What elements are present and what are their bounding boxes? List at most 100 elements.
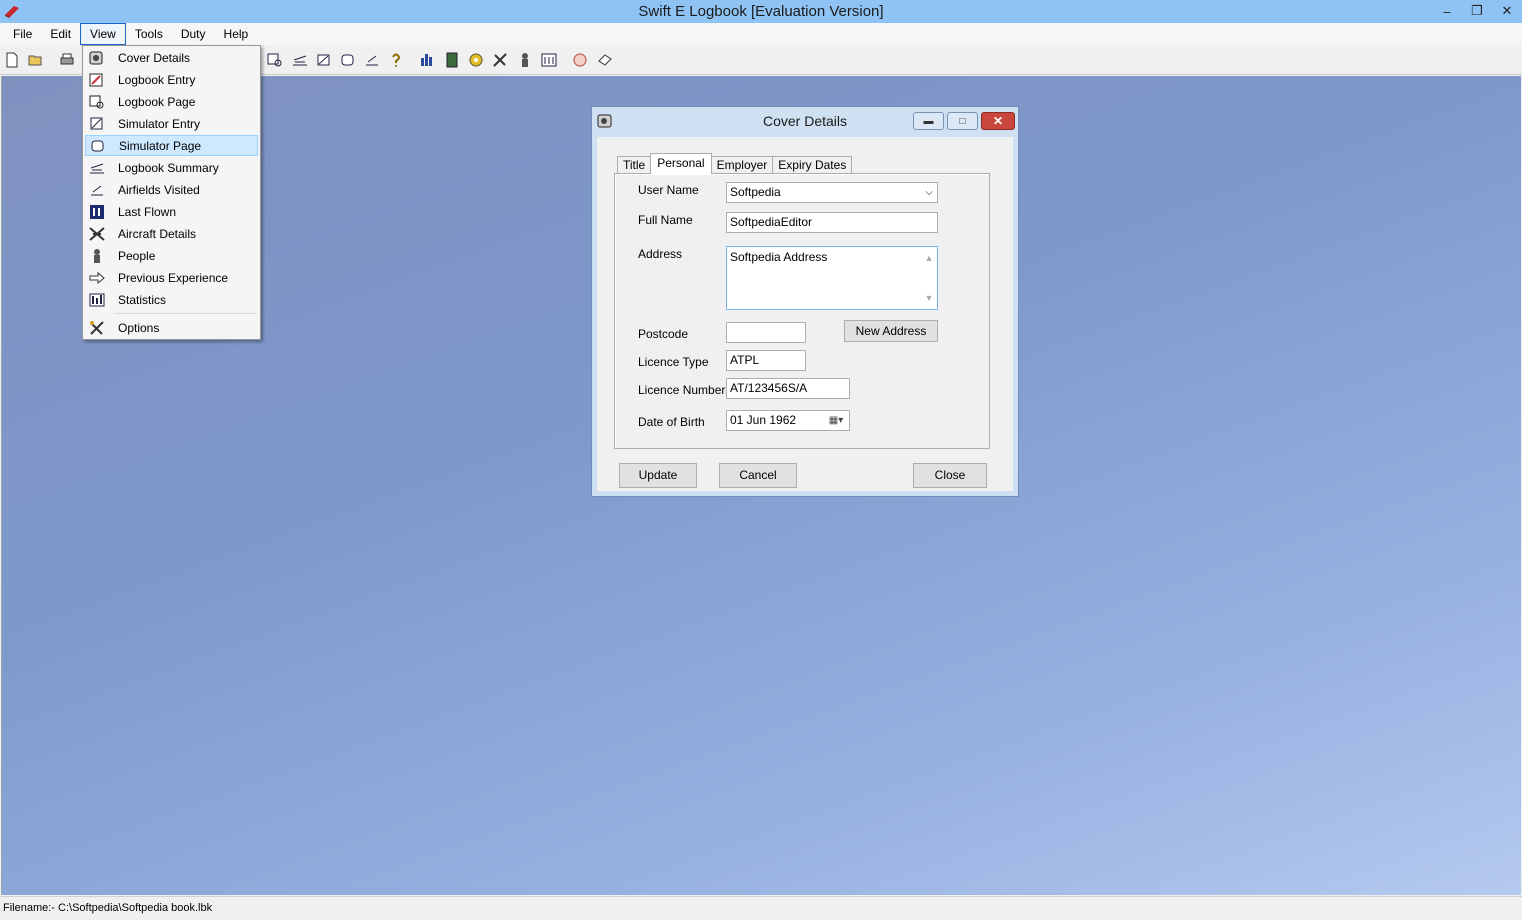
user-name-label: User Name (638, 183, 699, 197)
menu-item-label: Options (118, 320, 160, 335)
aircraft-icon (89, 226, 105, 241)
window-title: Swift E Logbook [Evaluation Version] (638, 3, 884, 20)
options-gear-icon[interactable] (467, 51, 485, 69)
menu-view[interactable]: View (80, 23, 126, 45)
menu-help[interactable]: Help (215, 23, 258, 45)
logbook-page-icon[interactable] (266, 51, 284, 69)
menu-item-simulator-entry[interactable]: Simulator Entry (85, 113, 258, 134)
date-of-birth-picker[interactable]: 01 Jun 1962 ▦▾ (726, 410, 850, 431)
menu-item-label: Logbook Page (118, 94, 196, 109)
postcode-label: Postcode (638, 327, 689, 341)
filename-status: Filename:- C:\Softpedia\Softpedia book.l… (3, 902, 213, 914)
simulator-page-icon (91, 140, 104, 151)
simulator-page-icon[interactable] (339, 51, 357, 69)
new-address-button[interactable]: New Address (844, 320, 938, 342)
licence-type-label: Licence Type (638, 355, 709, 369)
dialog-minimize-button[interactable]: ▬ (913, 112, 944, 130)
duty-icon[interactable] (571, 51, 589, 69)
dialog-body: Title Personal Employer Expiry Dates Use… (597, 137, 1013, 491)
tab-personal[interactable]: Personal (650, 153, 712, 174)
address-scrollbar[interactable]: ▲ ▼ (923, 250, 935, 306)
restore-button[interactable]: ❐ (1462, 0, 1492, 22)
minimize-button[interactable]: – (1432, 0, 1462, 22)
people-icon (94, 248, 100, 263)
title-bar: Swift E Logbook [Evaluation Version] – ❐… (0, 0, 1522, 23)
options-icon (90, 320, 104, 335)
tab-title[interactable]: Title (617, 156, 652, 174)
menu-item-label: Statistics (118, 292, 167, 307)
help-icon[interactable] (387, 51, 405, 69)
user-name-value: Softpedia (730, 185, 781, 199)
tab-employer[interactable]: Employer (710, 156, 774, 174)
menu-item-logbook-page[interactable]: Logbook Page (85, 91, 258, 112)
menu-item-label: People (118, 248, 156, 263)
update-button[interactable]: Update (619, 463, 697, 488)
menu-item-logbook-entry[interactable]: Logbook Entry (85, 69, 258, 90)
menu-bar: File Edit View Tools Duty Help (0, 23, 1522, 45)
tab-expiry-dates[interactable]: Expiry Dates (772, 156, 853, 174)
calendar-dropdown-icon[interactable]: ▦▾ (825, 413, 847, 428)
menu-item-label: Airfields Visited (118, 182, 200, 197)
people-icon[interactable] (516, 51, 534, 69)
cancel-button[interactable]: Cancel (719, 463, 797, 488)
menu-item-label: Aircraft Details (118, 226, 197, 241)
logbook-summary-icon[interactable] (291, 51, 309, 69)
menu-item-options[interactable]: Options (85, 317, 258, 338)
open-folder-icon[interactable] (27, 51, 45, 69)
menu-item-statistics[interactable]: Statistics (85, 289, 258, 310)
book-icon[interactable] (443, 51, 461, 69)
last-flown-icon[interactable] (540, 51, 558, 69)
dialog-controls: ▬ □ ✕ (913, 112, 1015, 130)
previous-experience-icon[interactable] (596, 51, 614, 69)
dialog-title-bar: Cover Details ▬ □ ✕ (592, 107, 1018, 135)
menu-duty[interactable]: Duty (172, 23, 215, 45)
window-controls: – ❐ ✕ (1432, 0, 1522, 22)
menu-item-airfields-visited[interactable]: Airfields Visited (85, 179, 258, 200)
address-label: Address (638, 247, 683, 261)
menu-item-last-flown[interactable]: Last Flown (85, 201, 258, 222)
postcode-field[interactable] (726, 322, 806, 343)
full-name-label: Full Name (638, 213, 693, 227)
view-menu-dropdown: Cover Details Logbook Entry Logbook Page… (82, 45, 261, 340)
date-of-birth-label: Date of Birth (638, 415, 705, 429)
menu-item-aircraft-details[interactable]: Aircraft Details (85, 223, 258, 244)
app-logo-icon (5, 6, 19, 18)
close-button[interactable]: ✕ (1492, 0, 1522, 22)
status-bar: Filename:- C:\Softpedia\Softpedia book.l… (0, 896, 1522, 919)
menu-item-label: Logbook Entry (118, 72, 196, 87)
licence-type-field[interactable]: ATPL (726, 350, 806, 371)
licence-number-field[interactable]: AT/123456S/A (726, 378, 850, 399)
statistics-icon[interactable] (418, 51, 436, 69)
address-textarea[interactable]: Softpedia Address ▲ ▼ (726, 246, 938, 310)
cover-details-dialog: Cover Details ▬ □ ✕ Title Personal Emplo… (591, 106, 1019, 497)
menu-item-cover-details[interactable]: Cover Details (85, 47, 258, 68)
menu-item-previous-experience[interactable]: Previous Experience (85, 267, 258, 288)
menu-item-simulator-page[interactable]: Simulator Page (85, 135, 258, 156)
dialog-close-button[interactable]: ✕ (981, 112, 1015, 130)
airfields-icon[interactable] (363, 51, 381, 69)
menu-item-people[interactable]: People (85, 245, 258, 266)
menu-item-label: Simulator Entry (118, 116, 201, 131)
date-of-birth-value: 01 Jun 1962 (730, 413, 797, 427)
simulator-entry-icon[interactable] (315, 51, 333, 69)
menu-item-label: Simulator Page (119, 138, 202, 153)
simulator-entry-icon (90, 117, 103, 129)
print-icon[interactable] (58, 51, 76, 69)
cover-details-icon (597, 114, 612, 128)
personal-tab-panel: User Name Softpedia ⌵ Full Name Softpedi… (614, 173, 990, 449)
logbook-page-icon (89, 95, 104, 108)
airfields-icon (91, 185, 103, 195)
dialog-maximize-button[interactable]: □ (947, 112, 978, 130)
menu-edit[interactable]: Edit (41, 23, 80, 45)
user-name-select[interactable]: Softpedia ⌵ (726, 182, 938, 203)
close-dialog-button[interactable]: Close (913, 463, 987, 488)
statistics-icon (89, 293, 105, 306)
menu-file[interactable]: File (4, 23, 41, 45)
full-name-field[interactable]: SoftpediaEditor (726, 212, 938, 233)
menu-tools[interactable]: Tools (126, 23, 172, 45)
tab-strip: Title Personal Employer Expiry Dates (617, 153, 853, 174)
menu-item-logbook-summary[interactable]: Logbook Summary (85, 157, 258, 178)
menu-item-label: Last Flown (118, 204, 177, 219)
tools-icon[interactable] (491, 51, 509, 69)
new-file-icon[interactable] (3, 51, 21, 69)
